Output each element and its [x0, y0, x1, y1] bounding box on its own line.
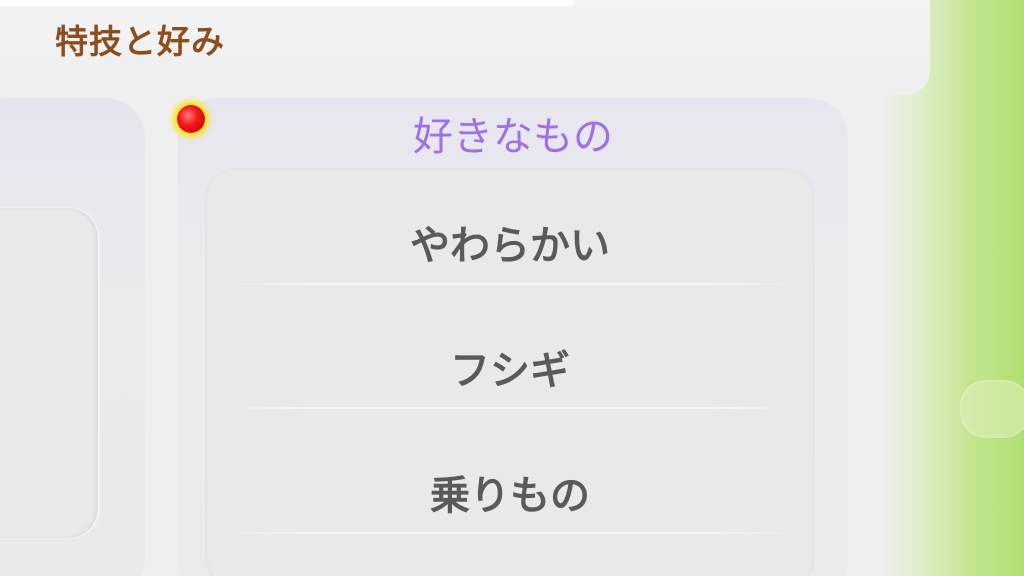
left-panel — [0, 98, 145, 576]
likes-header: 好きなもの — [413, 114, 613, 160]
app-screen: 特技と好み 好きなもの やわらかい フシギ 乗りもの — [0, 0, 1024, 576]
list-divider — [225, 407, 795, 409]
list-divider — [225, 283, 795, 285]
likes-list-item[interactable]: フシギ — [215, 310, 805, 432]
side-edge-button[interactable] — [960, 380, 1024, 438]
left-panel-card[interactable] — [0, 208, 98, 538]
red-dot-cursor-icon — [177, 105, 205, 133]
likes-list-item[interactable]: 乗りもの — [215, 435, 805, 557]
top-bar-highlight — [0, 0, 575, 6]
section-title: 特技と好み — [55, 22, 225, 61]
likes-list-item[interactable]: やわらかい — [215, 185, 805, 307]
top-bar: 特技と好み — [0, 0, 930, 95]
list-divider — [225, 532, 795, 534]
